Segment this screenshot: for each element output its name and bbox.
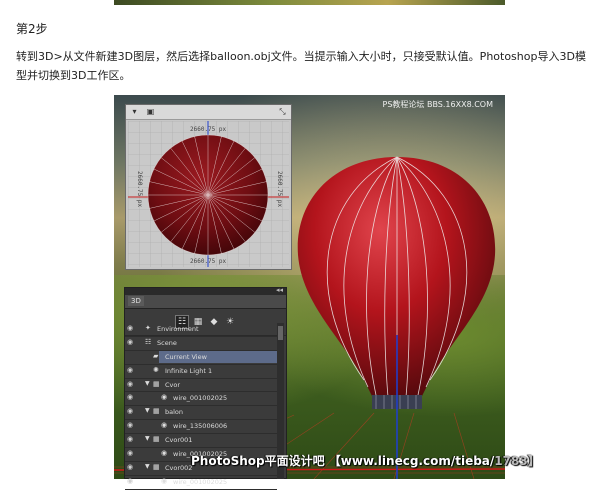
scene-tree-row[interactable]: ◉ ◉ wire_001002025 [125,392,277,407]
scene-tree-row[interactable]: ◉ ◉ wire_001002025 [125,476,277,490]
layer-type-icon: ▦ [153,435,160,444]
step-title: 第2步 [16,22,48,36]
scene-tree-row[interactable]: ◉ ▼ ▦ Cvor [125,379,277,393]
layer-type-icon: ◉ [161,393,168,402]
layer-type-icon: ▦ [153,379,160,388]
visibility-eye-icon[interactable]: ◉ [127,338,137,346]
scene-tree-label: Cvor001 [165,436,193,445]
visibility-eye-icon[interactable]: ◉ [127,393,137,401]
layer-type-icon: ▦ [153,462,160,471]
scene-tree-row[interactable]: ◉ ✦ Environment [125,323,277,337]
layer-type-icon: ◉ [161,449,168,458]
scene-tree-label: Infinite Light 1 [165,366,213,375]
layer-type-icon: ◉ [161,476,168,485]
scene-tree-label: Cvor [165,380,181,389]
credit-text: PhotoShop平面设计吧 【www.linecg.com/tieba/ [191,454,495,468]
visibility-eye-icon[interactable]: ◉ [127,449,137,457]
scene-tree-row[interactable]: ◉ ☷ Scene [125,337,277,351]
panel-titlebar[interactable]: ◂◂ [125,286,286,295]
layer-type-icon: ▰ [153,351,159,360]
visibility-eye-icon[interactable]: ◉ [127,421,137,429]
scene-tree-row[interactable]: ▰ Current View [125,350,277,365]
collapse-icon[interactable]: ◂◂ [276,286,283,294]
scene-tree-label: Environment [157,325,199,333]
dim-label-top: 2660.75 px [190,126,227,133]
scene-tree-label: Scene [157,338,177,347]
scene-tree-label: Cvor002 [165,463,193,472]
dim-label-bottom: 2660.75 px [190,258,227,265]
layer-type-icon: ◉ [161,421,168,430]
dim-label-right: 2660.75 px [276,171,283,208]
visibility-eye-icon[interactable]: ◉ [127,435,137,443]
scene-tree-label: wire_001002025 [173,394,228,403]
dim-label-left: 2660.75 px [136,171,143,208]
scene-tree-row[interactable]: ◉ ✺ Infinite Light 1 [125,365,277,379]
site-watermark: PS教程论坛 BBS.16XX8.COM [382,100,493,109]
credit-id: 1783】 [494,454,540,468]
visibility-eye-icon[interactable]: ◉ [127,477,137,485]
scene-tree-label: balon [165,408,184,417]
scrollbar-thumb[interactable] [278,326,283,340]
layer-type-icon: ☷ [145,337,152,346]
3d-panel: ◂◂ 3D ☷ ▦ ◆ ☀ ◉ ✦ Environment ◉ ☷ Scene ▰ Curre… [124,286,287,490]
previous-image-strip [114,0,505,5]
expand-arrow-icon[interactable]: ▼ [145,435,151,442]
layer-type-icon: ✺ [153,365,159,374]
expand-arrow-icon[interactable]: ▼ [145,463,151,470]
swap-view-icon[interactable]: ⤡ [278,107,287,116]
layer-type-icon: ▦ [153,407,160,416]
scene-tree-row[interactable]: ◉ ◉ wire_135006006 [125,420,277,435]
expand-arrow-icon[interactable]: ▼ [145,407,151,414]
visibility-eye-icon[interactable]: ◉ [127,324,137,332]
menu-icon[interactable]: ▾ [130,107,139,116]
credit-watermark: PhotoShop平面设计吧 【www.linecg.com/tieba/178… [191,452,540,469]
step-description: 转到3D>从文件新建3D图层，然后选择balloon.obj文件。当提示输入大小… [16,50,586,82]
layer-type-icon: ✦ [145,324,151,332]
3d-secondary-view: ▾ ▣ ⤡ 2660.75 px 2660.75 px 2660.75 px 2… [125,104,292,270]
top-view-canvas: 2660.75 px 2660.75 px 2660.75 px 2660.75… [128,121,289,267]
visibility-eye-icon[interactable]: ◉ [127,407,137,415]
tab-3d[interactable]: 3D [128,296,144,306]
scene-tree-row[interactable]: ◉ ▼ ▦ balon [125,406,277,421]
panel-tab-bar: 3D [125,295,286,309]
visibility-eye-icon[interactable]: ◉ [127,366,137,374]
visibility-eye-icon[interactable]: ◉ [127,380,137,388]
scene-tree-label: wire_135006006 [173,422,228,431]
scene-tree-label: Current View [165,352,207,361]
scene-tree-row[interactable]: ◉ ▼ ▦ Cvor001 [125,434,277,449]
camera-view-icon[interactable]: ▣ [146,107,155,116]
secondary-view-toolbar: ▾ ▣ ⤡ [126,105,291,120]
expand-arrow-icon[interactable]: ▼ [145,380,151,387]
visibility-eye-icon[interactable]: ◉ [127,463,137,471]
